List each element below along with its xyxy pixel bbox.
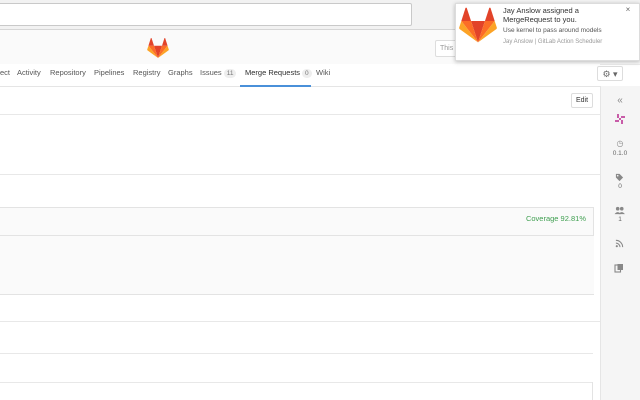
section-divider xyxy=(0,321,600,322)
collapse-sidebar-icon[interactable]: « xyxy=(600,95,640,106)
tab-merge-requests-label: Merge Requests xyxy=(245,68,301,77)
tab-wiki[interactable]: Wiki xyxy=(316,67,330,79)
milestone-value: 0.1.0 xyxy=(612,150,628,157)
milestone-clock-icon[interactable]: ◷ xyxy=(600,139,640,148)
tab-issues[interactable]: Issues 11 xyxy=(200,67,237,79)
notification-message: Use kernel to pass around models xyxy=(503,27,602,34)
section-divider xyxy=(0,174,600,175)
tab-issues-label: Issues xyxy=(200,68,222,77)
tab-merge-requests[interactable]: Merge Requests 0 xyxy=(245,67,312,79)
edit-button[interactable]: Edit xyxy=(571,93,593,108)
notification-close-icon[interactable]: × xyxy=(623,5,633,15)
issues-count-badge: 11 xyxy=(223,69,237,78)
notification-title: Jay Anslow assigned a MergeRequest to yo… xyxy=(503,6,579,24)
pipeline-body xyxy=(0,236,594,294)
notification-source: Jay Anslow | GitLab Action Scheduler xyxy=(503,39,603,45)
copy-reference-icon[interactable] xyxy=(614,263,624,273)
coverage-status: Coverage 92.81% xyxy=(525,214,586,223)
section-divider xyxy=(0,382,593,383)
labels-count: 0 xyxy=(618,183,622,190)
content-border xyxy=(592,382,593,400)
tab-project[interactable]: ect xyxy=(0,67,10,79)
tab-repository[interactable]: Repository xyxy=(50,67,86,79)
active-tab-indicator xyxy=(240,85,311,87)
settings-dropdown-button[interactable]: ⚙ ▾ xyxy=(597,66,623,81)
assignee-avatar-icon[interactable] xyxy=(614,113,626,125)
rss-feed-icon[interactable] xyxy=(615,239,624,248)
tab-registry[interactable]: Registry xyxy=(133,67,161,79)
address-bar[interactable] xyxy=(0,3,412,26)
gitlab-logo-icon[interactable] xyxy=(147,38,169,58)
participants-count: 1 xyxy=(618,216,622,223)
section-divider xyxy=(0,114,600,115)
tab-activity[interactable]: Activity xyxy=(17,67,41,79)
tab-pipelines[interactable]: Pipelines xyxy=(94,67,124,79)
tab-graphs[interactable]: Graphs xyxy=(168,67,193,79)
section-divider xyxy=(0,353,593,354)
labels-tag-icon[interactable] xyxy=(615,173,624,182)
merge-requests-count-badge: 0 xyxy=(302,69,312,78)
notification-gitlab-logo-icon xyxy=(459,7,497,43)
participants-icon[interactable] xyxy=(614,206,625,215)
